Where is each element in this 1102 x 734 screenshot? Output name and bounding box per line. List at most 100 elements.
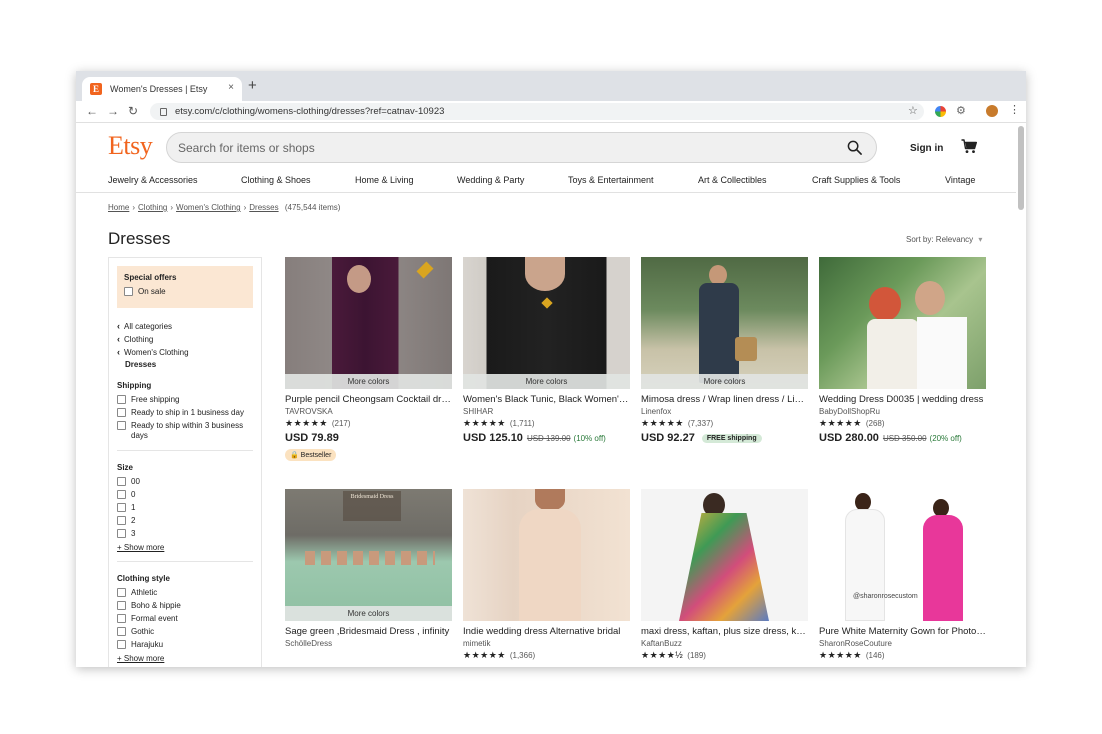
sort-dropdown[interactable]: Sort by: Relevancy ▾ xyxy=(906,235,982,244)
nav-home-living[interactable]: Home & Living xyxy=(355,175,414,185)
shop-name[interactable]: Linenfox xyxy=(641,407,808,416)
menu-dots-icon[interactable]: ⋮ xyxy=(1009,103,1020,116)
product-card[interactable]: More colors Purple pencil Cheongsam Cock… xyxy=(285,257,452,462)
product-title[interactable]: Indie wedding dress Alternative bridal xyxy=(463,626,630,637)
checkbox-box[interactable] xyxy=(117,627,126,636)
tab-close-icon[interactable]: × xyxy=(228,82,234,93)
checkbox-box[interactable] xyxy=(117,614,126,623)
checkbox-box[interactable] xyxy=(117,421,126,430)
style-harajuku-checkbox[interactable]: Harajuku xyxy=(117,640,253,650)
product-image[interactable] xyxy=(641,489,808,621)
search-input[interactable] xyxy=(178,140,798,155)
profile-avatar[interactable] xyxy=(986,105,998,117)
breadcrumb-home[interactable]: Home xyxy=(108,203,129,212)
product-image[interactable]: More colors xyxy=(463,257,630,389)
forward-arrow-icon[interactable]: → xyxy=(107,104,119,118)
checkbox-label: On sale xyxy=(138,287,166,296)
checkbox-box[interactable] xyxy=(117,529,126,538)
size-2-checkbox[interactable]: 2 xyxy=(117,516,253,526)
page-scrollbar[interactable] xyxy=(1018,126,1024,210)
browser-tab[interactable]: E Women's Dresses | Etsy × xyxy=(82,77,242,101)
product-image[interactable]: @sharonrosecustom xyxy=(819,489,986,621)
checkbox-box[interactable] xyxy=(117,395,126,404)
checkbox-box[interactable] xyxy=(117,516,126,525)
back-arrow-icon[interactable]: ← xyxy=(86,104,98,118)
nav-art-collectibles[interactable]: Art & Collectibles xyxy=(698,175,767,185)
product-card[interactable]: @sharonrosecustom Pure White Maternity G… xyxy=(819,489,986,661)
etsy-logo[interactable]: Etsy xyxy=(108,131,153,161)
sign-in-link[interactable]: Sign in xyxy=(910,143,943,154)
style-formal-checkbox[interactable]: Formal event xyxy=(117,614,253,624)
shop-name[interactable]: SharonRoseCouture xyxy=(819,639,986,648)
reload-icon[interactable]: ↻ xyxy=(128,104,138,118)
extension-icon[interactable] xyxy=(935,106,946,117)
shop-name[interactable]: mimetik xyxy=(463,639,630,648)
style-boho-checkbox[interactable]: Boho & hippie xyxy=(117,601,253,611)
category-womens-clothing[interactable]: ‹ Women's Clothing xyxy=(117,347,253,357)
shop-name[interactable]: TAVROVSKA xyxy=(285,407,452,416)
address-bar[interactable]: etsy.com/c/clothing/womens-clothing/dres… xyxy=(150,103,924,120)
category-all[interactable]: ‹ All categories xyxy=(117,321,253,331)
product-image[interactable] xyxy=(819,257,986,389)
breadcrumb: Home › Clothing › Women's Clothing › Dresses (… xyxy=(108,203,340,212)
product-card[interactable]: More colors Mimosa dress / Wrap linen dr… xyxy=(641,257,808,444)
category-clothing[interactable]: ‹ Clothing xyxy=(117,334,253,344)
checkbox-box[interactable] xyxy=(117,601,126,610)
product-title[interactable]: Pure White Maternity Gown for Photoshoot xyxy=(819,626,986,637)
shop-name[interactable]: SchölleDress xyxy=(285,639,452,648)
star-icon[interactable]: ☆ xyxy=(908,104,918,117)
product-card[interactable]: Wedding Dress D0035 | wedding dress Baby… xyxy=(819,257,986,444)
star-rating-icon: ★★★★★ xyxy=(285,418,328,428)
checkbox-box[interactable] xyxy=(117,408,126,417)
search-icon[interactable] xyxy=(847,140,862,155)
checkbox-box[interactable] xyxy=(117,503,126,512)
ready-3-days-checkbox[interactable]: Ready to ship within 3 business days xyxy=(117,421,253,441)
shop-name[interactable]: SHIHAR xyxy=(463,407,630,416)
cart-icon[interactable] xyxy=(961,139,977,154)
new-tab-button[interactable]: + xyxy=(248,78,257,93)
breadcrumb-womens-clothing[interactable]: Women's Clothing xyxy=(176,203,241,212)
product-title[interactable]: Wedding Dress D0035 | wedding dress xyxy=(819,394,986,405)
nav-wedding-party[interactable]: Wedding & Party xyxy=(457,175,524,185)
size-00-checkbox[interactable]: 00 xyxy=(117,477,253,487)
product-card[interactable]: Indie wedding dress Alternative bridal m… xyxy=(463,489,630,661)
product-title[interactable]: Women's Black Tunic, Black Women's Dress xyxy=(463,394,630,405)
nav-craft-supplies-tools[interactable]: Craft Supplies & Tools xyxy=(812,175,900,185)
nav-clothing-shoes[interactable]: Clothing & Shoes xyxy=(241,175,311,185)
product-image[interactable]: More colors xyxy=(641,257,808,389)
on-sale-checkbox[interactable]: On sale xyxy=(124,287,246,297)
product-card[interactable]: maxi dress, kaftan, plus size dress, kaf… xyxy=(641,489,808,661)
checkbox-box[interactable] xyxy=(124,287,133,296)
nav-jewelry-accessories[interactable]: Jewelry & Accessories xyxy=(108,175,198,185)
product-image[interactable]: More colors xyxy=(285,257,452,389)
product-title[interactable]: maxi dress, kaftan, plus size dress, kaf… xyxy=(641,626,808,637)
product-image[interactable] xyxy=(463,489,630,621)
product-title[interactable]: Mimosa dress / Wrap linen dress / Linen xyxy=(641,394,808,405)
shop-name[interactable]: BabyDollShopRu xyxy=(819,407,986,416)
show-more-styles-link[interactable]: + Show more xyxy=(117,654,253,663)
show-more-sizes-link[interactable]: + Show more xyxy=(117,543,253,552)
ready-1-day-checkbox[interactable]: Ready to ship in 1 business day xyxy=(117,408,253,418)
size-0-checkbox[interactable]: 0 xyxy=(117,490,253,500)
checkbox-box[interactable] xyxy=(117,640,126,649)
style-athletic-checkbox[interactable]: Athletic xyxy=(117,588,253,598)
nav-vintage[interactable]: Vintage xyxy=(945,175,975,185)
extension-gear-icon[interactable]: ⚙ xyxy=(956,104,966,117)
product-card[interactable]: More colors Women's Black Tunic, Black W… xyxy=(463,257,630,444)
product-title[interactable]: Purple pencil Cheongsam Cocktail dress xyxy=(285,394,452,405)
size-3-checkbox[interactable]: 3 xyxy=(117,529,253,539)
checkbox-box[interactable] xyxy=(117,477,126,486)
style-gothic-checkbox[interactable]: Gothic xyxy=(117,627,253,637)
checkbox-box[interactable] xyxy=(117,588,126,597)
free-shipping-checkbox[interactable]: Free shipping xyxy=(117,395,253,405)
nav-toys-entertainment[interactable]: Toys & Entertainment xyxy=(568,175,654,185)
search-bar[interactable] xyxy=(166,132,877,163)
product-title[interactable]: Sage green ,Bridesmaid Dress , infinity xyxy=(285,626,452,637)
product-card[interactable]: Bridesmaid Dress More colors Sage green … xyxy=(285,489,452,648)
product-image[interactable]: Bridesmaid Dress More colors xyxy=(285,489,452,621)
breadcrumb-dresses[interactable]: Dresses xyxy=(249,203,278,212)
breadcrumb-clothing[interactable]: Clothing xyxy=(138,203,167,212)
checkbox-box[interactable] xyxy=(117,490,126,499)
size-1-checkbox[interactable]: 1 xyxy=(117,503,253,513)
shop-name[interactable]: KaftanBuzz xyxy=(641,639,808,648)
